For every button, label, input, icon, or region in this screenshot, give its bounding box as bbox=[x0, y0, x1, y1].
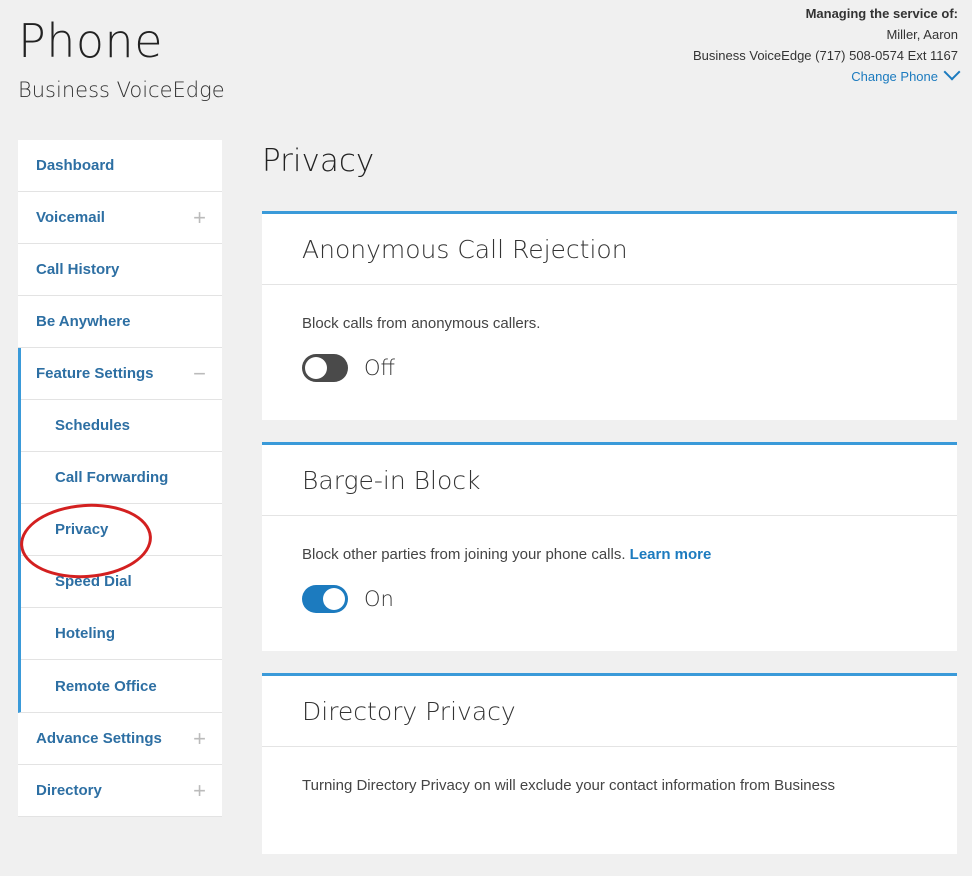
sidebar-item-schedules[interactable]: Schedules bbox=[21, 400, 222, 452]
sidebar-item-speed-dial[interactable]: Speed Dial bbox=[21, 556, 222, 608]
section-title: Privacy bbox=[262, 143, 375, 179]
account-info: Managing the service of: Miller, Aaron B… bbox=[693, 3, 961, 87]
directory-privacy-card: Directory Privacy Turning Directory Priv… bbox=[262, 673, 957, 854]
sidebar-item-label: Remote Office bbox=[55, 677, 157, 695]
sidebar-item-label: Feature Settings bbox=[36, 365, 154, 382]
sidebar-item-remote-office[interactable]: Remote Office bbox=[21, 660, 222, 712]
card-description-text: Block other parties from joining your ph… bbox=[302, 546, 626, 563]
barge-in-block-toggle[interactable] bbox=[302, 585, 348, 613]
toggle-state-label: Off bbox=[364, 356, 395, 380]
card-title: Anonymous Call Rejection bbox=[262, 214, 957, 285]
page-title: Phone bbox=[18, 14, 163, 68]
toggle-state-label: On bbox=[364, 587, 394, 611]
chevron-down-icon bbox=[943, 63, 961, 81]
account-name: Miller, Aaron bbox=[886, 27, 958, 42]
card-description: Block other parties from joining your ph… bbox=[302, 546, 917, 563]
sidebar-item-label: Directory bbox=[36, 782, 102, 799]
sidebar-item-privacy[interactable]: Privacy bbox=[21, 504, 222, 556]
sidebar-item-label: Advance Settings bbox=[36, 730, 162, 747]
sidebar-item-advance-settings[interactable]: Advance Settings + bbox=[18, 713, 222, 765]
card-description: Turning Directory Privacy on will exclud… bbox=[302, 777, 835, 794]
change-phone-link[interactable]: Change Phone bbox=[693, 63, 961, 87]
plus-icon[interactable]: + bbox=[193, 727, 206, 750]
account-heading: Managing the service of: bbox=[805, 6, 958, 21]
sidebar-item-call-forwarding[interactable]: Call Forwarding bbox=[21, 452, 222, 504]
sidebar-item-voicemail[interactable]: Voicemail + bbox=[18, 192, 222, 244]
sidebar-item-label: Call History bbox=[36, 261, 120, 278]
sidebar-item-label: Voicemail bbox=[36, 209, 105, 226]
anonymous-call-rejection-card: Anonymous Call Rejection Block calls fro… bbox=[262, 211, 957, 420]
change-phone-label: Change Phone bbox=[851, 69, 938, 84]
barge-in-block-card: Barge-in Block Block other parties from … bbox=[262, 442, 957, 651]
sidebar-nav: Dashboard Voicemail + Call History Be Any… bbox=[18, 140, 222, 817]
toggle-knob bbox=[305, 357, 327, 379]
card-description: Block calls from anonymous callers. bbox=[302, 315, 541, 332]
sidebar-item-call-history[interactable]: Call History bbox=[18, 244, 222, 296]
toggle-knob bbox=[323, 588, 345, 610]
learn-more-link[interactable]: Learn more bbox=[630, 546, 712, 563]
plus-icon[interactable]: + bbox=[193, 206, 206, 229]
minus-icon[interactable]: − bbox=[193, 362, 206, 385]
sidebar-item-label: Speed Dial bbox=[55, 573, 132, 590]
card-title: Directory Privacy bbox=[262, 676, 957, 747]
sidebar-item-label: Dashboard bbox=[36, 157, 115, 174]
sidebar-item-hoteling[interactable]: Hoteling bbox=[21, 608, 222, 660]
main-content: Privacy Anonymous Call Rejection Block c… bbox=[262, 140, 957, 876]
anonymous-call-rejection-toggle[interactable] bbox=[302, 354, 348, 382]
feature-settings-group: Feature Settings − Schedules Call Forward… bbox=[18, 348, 222, 713]
sidebar-item-label: Hoteling bbox=[55, 625, 115, 642]
sidebar-item-directory[interactable]: Directory + bbox=[18, 765, 222, 817]
sidebar-item-feature-settings[interactable]: Feature Settings − bbox=[21, 348, 222, 400]
sidebar-item-label: Call Forwarding bbox=[55, 469, 169, 486]
sidebar-item-be-anywhere[interactable]: Be Anywhere bbox=[18, 296, 222, 348]
card-title: Barge-in Block bbox=[262, 445, 957, 516]
sidebar-item-label: Privacy bbox=[55, 521, 109, 538]
sidebar-item-dashboard[interactable]: Dashboard bbox=[18, 140, 222, 192]
page-subtitle: Business VoiceEdge bbox=[18, 78, 225, 102]
sidebar-item-label: Be Anywhere bbox=[36, 313, 131, 330]
sidebar-item-label: Schedules bbox=[55, 417, 131, 434]
plus-icon[interactable]: + bbox=[193, 779, 206, 802]
account-service: Business VoiceEdge (717) 508-0574 Ext 11… bbox=[693, 48, 958, 63]
